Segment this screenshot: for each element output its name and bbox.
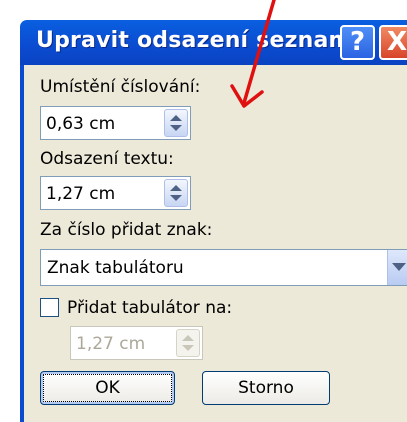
close-button[interactable]: X — [379, 25, 407, 60]
follow-number-value[interactable]: Znak tabulátoru — [47, 258, 184, 278]
text-indent-spinner[interactable]: 1,27 cm — [40, 176, 191, 210]
ok-button[interactable]: OK — [40, 371, 175, 405]
text-indent-spin-buttons[interactable] — [164, 179, 188, 207]
add-tab-checkbox[interactable] — [40, 298, 59, 317]
spin-down-icon — [182, 345, 194, 351]
spin-up-icon — [182, 335, 194, 341]
chevron-down-icon[interactable] — [387, 250, 407, 285]
spin-up-icon[interactable] — [170, 185, 182, 191]
add-tab-value: 1,27 cm — [76, 334, 146, 354]
spin-down-icon[interactable] — [170, 125, 182, 131]
text-indent-label: Odsazení textu: — [40, 149, 174, 169]
add-tab-spinner: 1,27 cm — [70, 326, 203, 360]
text-indent-value[interactable]: 1,27 cm — [46, 184, 115, 204]
numbering-position-spin-buttons[interactable] — [164, 109, 188, 137]
dialog-body: Umístění číslování: 0,63 cm Odsazení tex… — [20, 65, 407, 422]
numbering-position-spinner[interactable]: 0,63 cm — [40, 106, 191, 140]
add-tab-label[interactable]: Přidat tabulátor na: — [67, 298, 232, 318]
cancel-button[interactable]: Storno — [202, 371, 330, 405]
spin-down-icon[interactable] — [170, 195, 182, 201]
spin-up-icon[interactable] — [170, 115, 182, 121]
numbering-position-value[interactable]: 0,63 cm — [46, 114, 115, 134]
add-tab-spin-buttons — [176, 329, 200, 357]
title-bar: Upravit odsazení seznamu ? X — [0, 0, 407, 65]
help-button[interactable]: ? — [340, 25, 375, 60]
follow-number-label: Za číslo přidat znak: — [40, 220, 213, 240]
follow-number-select[interactable]: Znak tabulátoru — [40, 249, 407, 286]
dialog-title: Upravit odsazení seznamu — [36, 28, 368, 53]
numbering-position-label: Umístění číslování: — [40, 77, 201, 97]
